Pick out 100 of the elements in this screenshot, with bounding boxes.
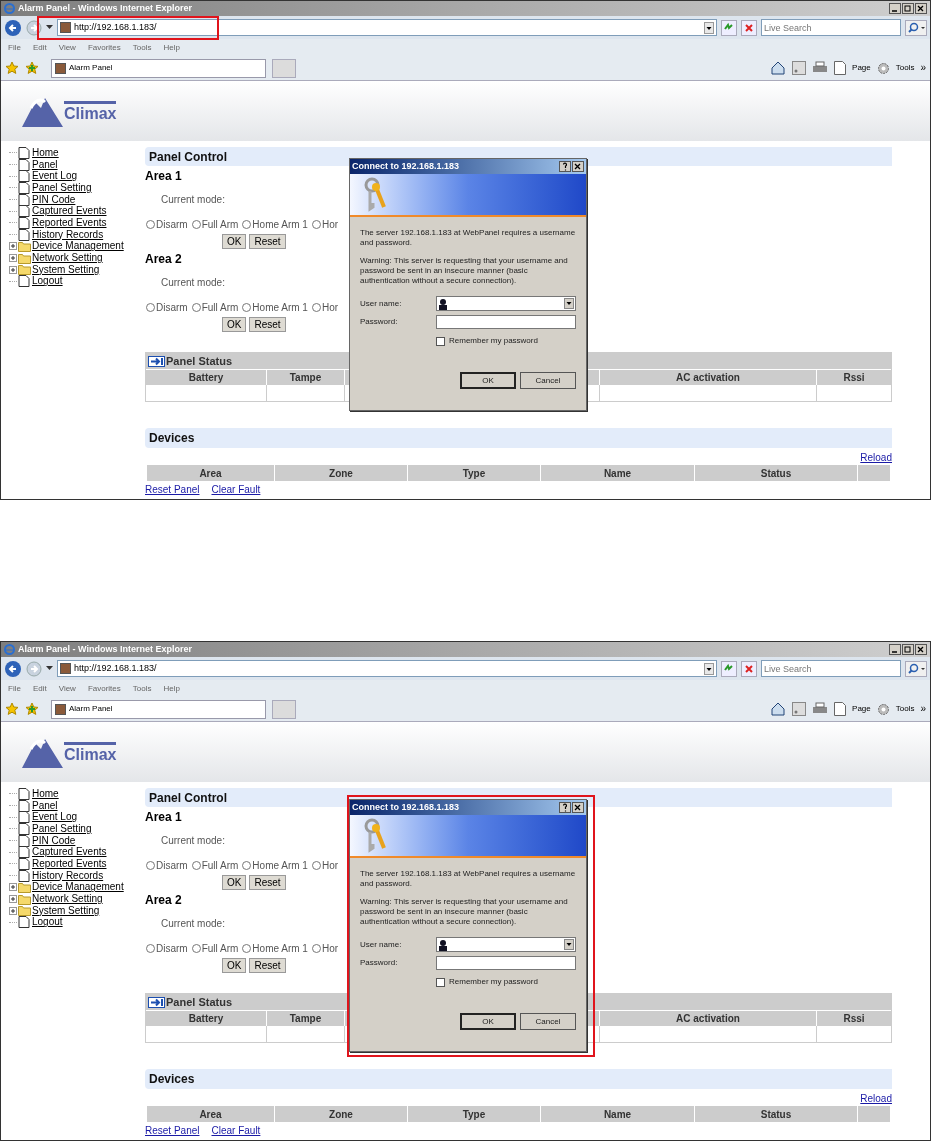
radio-button[interactable] [191, 944, 201, 953]
gear-icon[interactable] [876, 61, 890, 75]
nav-link[interactable]: Captured Events [32, 206, 107, 217]
nav-link[interactable]: System Setting [32, 264, 100, 275]
expand-icon[interactable] [9, 242, 17, 251]
expand-icon[interactable] [9, 883, 17, 892]
expand-icon[interactable] [9, 895, 17, 904]
radio-button[interactable] [191, 303, 201, 312]
radio-button[interactable] [311, 303, 321, 312]
form-button[interactable]: Reset [249, 317, 286, 332]
nav-link[interactable]: System Setting [32, 905, 100, 916]
nav-link[interactable]: Panel [32, 159, 58, 170]
menu-item[interactable]: Help [163, 682, 180, 695]
radio-button[interactable] [146, 944, 155, 953]
nav-link[interactable]: Panel Setting [32, 182, 92, 193]
reload-link[interactable]: Reload [860, 1091, 892, 1106]
menu-item[interactable]: View [58, 682, 76, 695]
radio-button[interactable] [242, 861, 252, 870]
address-field[interactable]: http://192.168.1.183/ [57, 660, 717, 677]
feeds-icon[interactable] [792, 702, 807, 716]
action-link[interactable]: Reset Panel [145, 482, 200, 497]
radio-button[interactable] [242, 303, 252, 312]
dropdown-icon[interactable] [564, 939, 574, 950]
password-field[interactable] [436, 956, 576, 970]
dialog-button[interactable]: Cancel [520, 1013, 576, 1030]
nav-link[interactable]: PIN Code [32, 194, 76, 205]
nav-link[interactable]: Reported Events [32, 858, 107, 869]
star-icon[interactable] [5, 61, 19, 75]
nav-link[interactable]: PIN Code [32, 835, 76, 846]
dialog-button[interactable]: OK [460, 1013, 516, 1030]
search-icon[interactable] [905, 19, 927, 36]
caret-icon[interactable] [46, 666, 53, 671]
action-link[interactable]: Clear Fault [211, 482, 261, 497]
search-icon[interactable] [905, 660, 927, 677]
menu-item[interactable]: Edit [32, 41, 47, 54]
menu-item[interactable]: Edit [32, 682, 47, 695]
action-link[interactable]: Clear Fault [211, 1123, 261, 1138]
menu-item[interactable]: Favorites [87, 682, 121, 695]
stop-icon[interactable] [741, 660, 757, 677]
nav-link[interactable]: Network Setting [32, 894, 103, 905]
form-button[interactable]: OK [222, 234, 247, 249]
dialog-button[interactable]: Cancel [520, 372, 576, 389]
reload-link[interactable]: Reload [860, 450, 892, 465]
refresh-icon[interactable] [721, 660, 737, 677]
more-chevron[interactable]: » [920, 704, 926, 714]
nav-link[interactable]: Logout [32, 917, 63, 928]
print-icon[interactable] [812, 702, 829, 716]
radio-button[interactable] [242, 944, 252, 953]
radio-button[interactable] [242, 220, 252, 229]
nav-link[interactable]: Home [32, 788, 59, 799]
menu-item[interactable]: Favorites [87, 41, 121, 54]
nav-link[interactable]: Panel [32, 800, 58, 811]
nav-link[interactable]: Event Log [32, 171, 78, 182]
back-icon[interactable] [4, 659, 22, 678]
form-button[interactable]: OK [222, 875, 247, 890]
menu-item[interactable]: File [8, 682, 21, 695]
checkbox[interactable] [436, 977, 445, 987]
radio-button[interactable] [191, 861, 201, 870]
form-button[interactable]: Reset [249, 234, 286, 249]
nav-link[interactable]: Event Log [32, 812, 78, 823]
action-link[interactable]: Reset Panel [145, 1123, 200, 1138]
radio-button[interactable] [146, 303, 155, 312]
minimize-icon[interactable] [889, 3, 901, 14]
refresh-icon[interactable] [721, 19, 737, 36]
close-icon[interactable] [915, 3, 927, 14]
caret-icon[interactable] [46, 25, 53, 30]
more-chevron[interactable]: » [920, 63, 926, 73]
home-icon[interactable] [770, 702, 787, 716]
form-button[interactable]: Reset [249, 958, 286, 973]
restore-icon[interactable] [902, 644, 914, 655]
restore-icon[interactable] [902, 3, 914, 14]
form-button[interactable]: OK [222, 317, 247, 332]
expand-icon[interactable] [9, 254, 17, 263]
nav-link[interactable]: Device Management [32, 882, 124, 893]
home-icon[interactable] [770, 61, 787, 75]
page-menu-icon[interactable] [834, 702, 847, 716]
form-button[interactable]: OK [222, 958, 247, 973]
search-field[interactable]: Live Search [761, 19, 901, 36]
help-icon[interactable] [559, 161, 571, 172]
expand-icon[interactable] [9, 906, 17, 915]
print-icon[interactable] [812, 61, 829, 75]
address-field[interactable]: http://192.168.1.183/ [57, 19, 717, 36]
radio-button[interactable] [191, 220, 201, 229]
dropdown-icon[interactable] [564, 298, 574, 309]
back-icon[interactable] [4, 18, 22, 37]
nav-link[interactable]: Logout [32, 276, 63, 287]
expand-icon[interactable] [9, 265, 17, 274]
close-icon[interactable] [915, 644, 927, 655]
form-button[interactable]: Reset [249, 875, 286, 890]
radio-button[interactable] [146, 861, 155, 870]
search-field[interactable]: Live Search [761, 660, 901, 677]
browser-tab[interactable]: Alarm Panel [51, 58, 266, 78]
page-menu-icon[interactable] [834, 61, 847, 75]
checkbox[interactable] [436, 336, 445, 346]
help-icon[interactable] [559, 802, 571, 813]
feeds-icon[interactable] [792, 61, 807, 75]
dropdown-icon[interactable] [704, 662, 714, 675]
nav-link[interactable]: History Records [32, 870, 104, 881]
add-favorite-icon[interactable] [25, 702, 39, 716]
nav-link[interactable]: Home [32, 147, 59, 158]
